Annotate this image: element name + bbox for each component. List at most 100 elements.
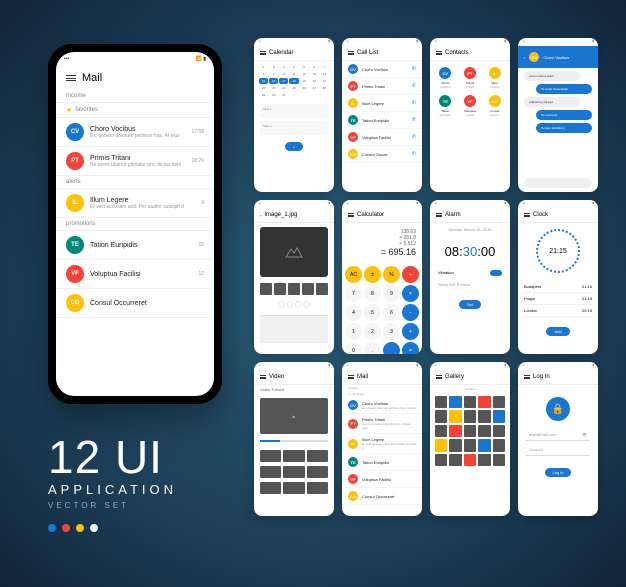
gallery-item[interactable]	[449, 439, 461, 451]
image-tools[interactable]: ◯ ◯ ◯ ◯	[254, 297, 334, 312]
back-icon[interactable]: ‹	[524, 55, 525, 60]
gallery-item[interactable]	[478, 425, 490, 437]
mail-item[interactable]: PTPrimis TritaniNo porro utamur gloriatu…	[342, 414, 422, 434]
message-bubble[interactable]: Do eiusmod	[536, 110, 592, 120]
call-item[interactable]: COConsul Occurr.✆	[342, 146, 422, 163]
gallery-item[interactable]	[464, 425, 476, 437]
calc-key-AC[interactable]: AC	[345, 266, 362, 283]
login-button[interactable]: Log in	[545, 468, 572, 477]
calendar-day[interactable]: 18	[289, 78, 298, 84]
hamburger-icon[interactable]	[524, 213, 530, 217]
message-bubble[interactable]: Sit amet consectetur	[536, 84, 592, 94]
contacts-screen[interactable]: •••▮ Contacts CVChoroVocibusPTPrimisTrit…	[430, 38, 510, 192]
gallery-item[interactable]	[478, 454, 490, 466]
calc-key-±[interactable]: ±	[364, 266, 381, 283]
set-button[interactable]: Set	[459, 300, 481, 309]
mail-item[interactable]: ILIllum LegereEt velit accusam sed. Per …	[56, 189, 214, 218]
vibration-toggle[interactable]: Vibration	[430, 267, 510, 279]
video-thumb[interactable]	[283, 450, 304, 462]
video-player[interactable]: ▶	[260, 398, 328, 434]
contact-item[interactable]: CVChoroVocibus	[434, 65, 457, 91]
contact-item[interactable]: PTPrimisTritani	[459, 65, 482, 91]
gallery-item[interactable]	[464, 396, 476, 408]
gallery-item[interactable]	[435, 439, 447, 451]
gallery-item[interactable]	[464, 454, 476, 466]
hamburger-icon[interactable]	[436, 213, 442, 217]
mail-item[interactable]: TETation Euripidis	[342, 454, 422, 471]
calendar-day[interactable]: 17	[279, 78, 288, 84]
login-screen[interactable]: •••▮ Log In 🔒 mail@mail.com👁 •••••••••• …	[518, 362, 598, 516]
calendar-day[interactable]: 2	[269, 64, 278, 70]
phone-icon[interactable]: ✆	[412, 100, 416, 106]
gallery-item[interactable]	[435, 396, 447, 408]
thumb[interactable]	[260, 283, 272, 295]
calendar-day[interactable]: 7	[320, 64, 329, 70]
message-bubble[interactable]: Adipiscing elit sed	[524, 97, 580, 107]
gallery-item[interactable]	[464, 439, 476, 451]
hamburger-icon[interactable]	[348, 213, 354, 217]
gallery-item[interactable]	[478, 439, 490, 451]
calendar-day[interactable]: 1	[259, 64, 268, 70]
calendar-day[interactable]: 24	[279, 85, 288, 91]
hamburger-icon[interactable]	[260, 51, 266, 55]
calendar-day[interactable]: 27	[310, 85, 319, 91]
calculator-screen[interactable]: •••▮ Calculator 138.63 + 281.8 × 5,512 =…	[342, 200, 422, 354]
calc-key-9[interactable]: 9	[383, 285, 400, 302]
calc-key-7[interactable]: 7	[345, 285, 362, 302]
gallery-item[interactable]	[449, 410, 461, 422]
calc-key-×[interactable]: ×	[402, 285, 419, 302]
message-input[interactable]	[524, 178, 592, 188]
calendar-day[interactable]: 21	[320, 78, 329, 84]
contact-item[interactable]: TETationEuripidis	[434, 93, 457, 119]
calendar-day[interactable]: 30	[269, 92, 278, 98]
contact-item[interactable]: ILIllumLegere	[483, 65, 506, 91]
phone-icon[interactable]: ✆	[412, 151, 416, 157]
mail-item[interactable]: COConsul Occurreret	[56, 289, 214, 318]
call-item[interactable]: PTPrimis Tritani✆	[342, 78, 422, 95]
calendar-day[interactable]: 15	[259, 78, 268, 84]
hamburger-icon[interactable]	[436, 51, 442, 55]
password-input[interactable]: ••••••••••	[526, 444, 590, 456]
calendar-day[interactable]: 8	[259, 71, 268, 77]
thumb[interactable]	[288, 283, 300, 295]
contact-item[interactable]: VFVoluptuaFacilisi	[459, 93, 482, 119]
calc-key-+[interactable]: +	[402, 323, 419, 340]
calc-key-2[interactable]: 2	[364, 323, 381, 340]
image-screen[interactable]: •••▮ ‹Image_1.jpg ◯ ◯ ◯ ◯	[254, 200, 334, 354]
messenger-screen[interactable]: •••▮ ‹ CV Choro Vocibus Lorem ipsum dolo…	[518, 38, 598, 192]
mail-item[interactable]: COConsul Occurreret	[342, 488, 422, 505]
calc-key-8[interactable]: 8	[364, 285, 381, 302]
call-item[interactable]: CVChoro Vocibus✆	[342, 61, 422, 78]
chat-avatar[interactable]: CV	[529, 52, 539, 62]
message-bubble[interactable]: Tempor incididunt	[536, 123, 592, 133]
gallery-item[interactable]	[435, 454, 447, 466]
calendar-screen[interactable]: •••▮ Calendar 12345678910111213141516171…	[254, 38, 334, 192]
gallery-item[interactable]	[493, 410, 505, 422]
video-thumb[interactable]	[307, 466, 328, 478]
calc-key-1[interactable]: 1	[345, 323, 362, 340]
video-thumb[interactable]	[283, 482, 304, 494]
calendar-day[interactable]: 20	[310, 78, 319, 84]
calendar-day[interactable]: 12	[300, 71, 309, 77]
phone-icon[interactable]: ✆	[412, 83, 416, 89]
calendar-day[interactable]: 29	[259, 92, 268, 98]
hamburger-icon[interactable]	[524, 375, 530, 379]
clock-city-row[interactable]: Budapest21:15	[524, 281, 592, 293]
hamburger-icon[interactable]	[66, 75, 76, 81]
calendar-day[interactable]: 23	[269, 85, 278, 91]
gallery-item[interactable]	[435, 425, 447, 437]
calc-key-−[interactable]: −	[402, 304, 419, 321]
calendar-day[interactable]: 22	[259, 85, 268, 91]
calc-key-4[interactable]: 4	[345, 304, 362, 321]
gallery-screen[interactable]: •••▮ Gallery vacation	[430, 362, 510, 516]
calendar-day[interactable]: 9	[269, 71, 278, 77]
message-bubble[interactable]: Lorem ipsum dolor	[524, 71, 580, 81]
gallery-item[interactable]	[435, 410, 447, 422]
phone-icon[interactable]: ✆	[412, 66, 416, 72]
calc-key-6[interactable]: 6	[383, 304, 400, 321]
video-thumb[interactable]	[260, 482, 281, 494]
call-item[interactable]: VFVoluptua Facilisi✆	[342, 129, 422, 146]
add-button[interactable]: Add	[546, 327, 569, 336]
calendar-day[interactable]: 28	[320, 85, 329, 91]
calc-key-0[interactable]: 0	[345, 342, 362, 354]
